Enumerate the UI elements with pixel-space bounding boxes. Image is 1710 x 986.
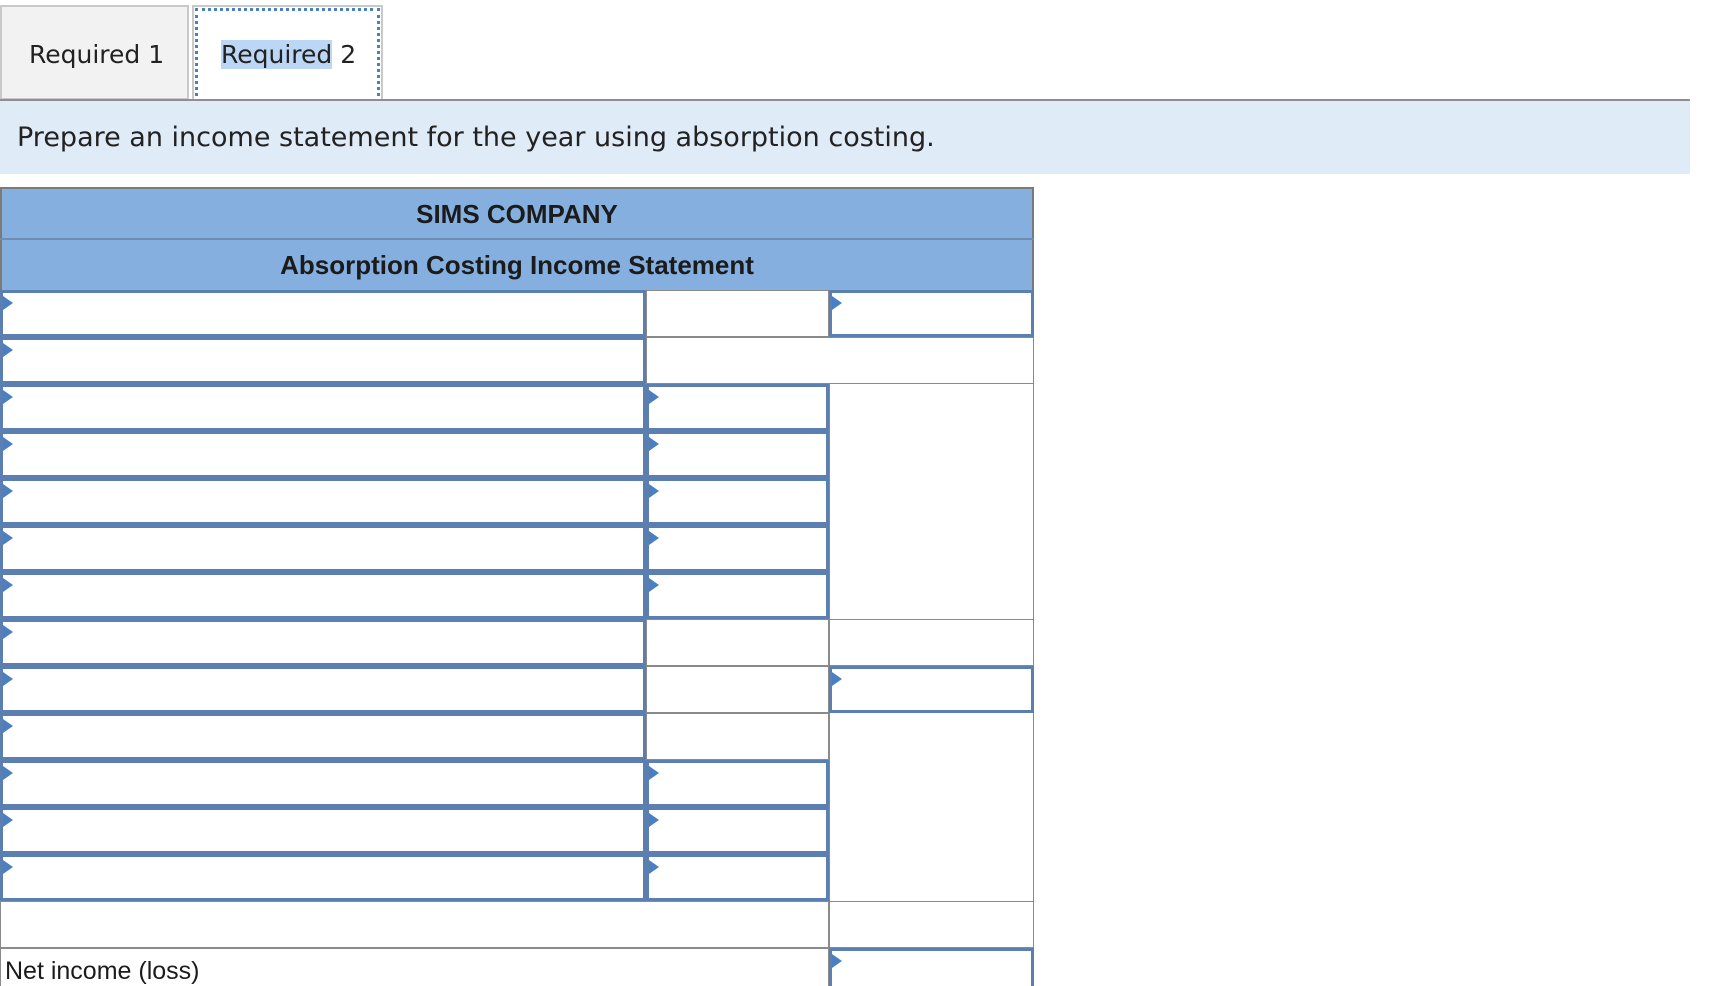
- empty-cell: [646, 290, 829, 337]
- empty-cell: [646, 666, 829, 713]
- dropdown-arrow-icon: [649, 860, 659, 874]
- empty-cell: [646, 619, 829, 666]
- amount-input[interactable]: [646, 854, 829, 901]
- dropdown-arrow-icon: [649, 766, 659, 780]
- empty-cell: [0, 901, 829, 948]
- empty-cell: [829, 901, 1034, 948]
- tab-required-2[interactable]: Required 2: [192, 5, 383, 102]
- statement-row: [0, 901, 1034, 948]
- account-select[interactable]: [0, 384, 646, 431]
- column-divider: [1033, 384, 1034, 619]
- account-select[interactable]: [0, 290, 646, 337]
- net-income-label: Net income (loss): [0, 948, 829, 986]
- amount-input[interactable]: [646, 760, 829, 807]
- amount-input[interactable]: [829, 290, 1034, 337]
- statement-row: [0, 478, 1034, 525]
- tab-required-2-label-selected: Required: [221, 40, 333, 69]
- dropdown-arrow-icon: [3, 343, 13, 357]
- amount-input[interactable]: [646, 478, 829, 525]
- dropdown-arrow-icon: [649, 578, 659, 592]
- statement-row: [0, 290, 1034, 337]
- account-select[interactable]: [0, 572, 646, 619]
- dropdown-arrow-icon: [3, 484, 13, 498]
- account-select[interactable]: [0, 478, 646, 525]
- account-select[interactable]: [0, 337, 646, 384]
- amount-input[interactable]: [646, 525, 829, 572]
- statement-row: [0, 431, 1034, 478]
- account-select[interactable]: [0, 760, 646, 807]
- account-select[interactable]: [0, 807, 646, 854]
- dropdown-arrow-icon: [832, 954, 842, 968]
- instruction-text: Prepare an income statement for the year…: [17, 122, 935, 153]
- tab-required-2-label-rest: 2: [332, 40, 357, 69]
- statement-row: [0, 807, 1034, 854]
- dropdown-arrow-icon: [3, 672, 13, 686]
- dropdown-arrow-icon: [649, 484, 659, 498]
- account-select[interactable]: [0, 666, 646, 713]
- tab-required-1-label: Required 1: [29, 40, 165, 69]
- statement-row: [0, 760, 1034, 807]
- empty-cell: [646, 337, 1034, 384]
- empty-cell: [646, 713, 829, 760]
- dropdown-arrow-icon: [649, 437, 659, 451]
- dropdown-arrow-icon: [3, 766, 13, 780]
- net-income-input[interactable]: [829, 948, 1034, 986]
- statement-row: [0, 713, 1034, 760]
- amount-input[interactable]: [829, 666, 1034, 713]
- statement-row: [0, 525, 1034, 572]
- account-select[interactable]: [0, 619, 646, 666]
- statement-row: [0, 572, 1034, 619]
- statement-title-header: Absorption Costing Income Statement: [0, 240, 1034, 290]
- amount-input[interactable]: [646, 807, 829, 854]
- dropdown-arrow-icon: [832, 672, 842, 686]
- dropdown-arrow-icon: [3, 813, 13, 827]
- account-select[interactable]: [0, 854, 646, 901]
- dropdown-arrow-icon: [3, 390, 13, 404]
- statement-row: [0, 384, 1034, 431]
- column-divider: [1033, 713, 1034, 901]
- column-divider: [829, 713, 830, 901]
- account-select[interactable]: [0, 525, 646, 572]
- dropdown-arrow-icon: [649, 813, 659, 827]
- amount-input[interactable]: [646, 431, 829, 478]
- company-name-header: SIMS COMPANY: [0, 187, 1034, 238]
- dropdown-arrow-icon: [3, 296, 13, 310]
- dropdown-arrow-icon: [649, 531, 659, 545]
- dropdown-arrow-icon: [3, 625, 13, 639]
- dropdown-arrow-icon: [3, 437, 13, 451]
- account-select[interactable]: [0, 713, 646, 760]
- tab-required-1[interactable]: Required 1: [0, 5, 189, 100]
- dropdown-arrow-icon: [3, 860, 13, 874]
- dropdown-arrow-icon: [3, 719, 13, 733]
- statement-row: [0, 337, 1034, 384]
- statement-row: [0, 854, 1034, 901]
- net-income-row: Net income (loss): [0, 948, 1034, 986]
- amount-input[interactable]: [646, 572, 829, 619]
- tab-bar: Required 1 Required 2: [0, 0, 1690, 102]
- column-divider: [829, 384, 830, 619]
- empty-cell: [829, 619, 1034, 666]
- instruction-banner: Prepare an income statement for the year…: [0, 101, 1690, 174]
- income-statement: SIMS COMPANY Absorption Costing Income S…: [0, 187, 1034, 986]
- statement-row: [0, 666, 1034, 713]
- dropdown-arrow-icon: [649, 390, 659, 404]
- account-select[interactable]: [0, 431, 646, 478]
- dropdown-arrow-icon: [3, 578, 13, 592]
- amount-input[interactable]: [646, 384, 829, 431]
- dropdown-arrow-icon: [3, 531, 13, 545]
- dropdown-arrow-icon: [832, 296, 842, 310]
- statement-row: [0, 619, 1034, 666]
